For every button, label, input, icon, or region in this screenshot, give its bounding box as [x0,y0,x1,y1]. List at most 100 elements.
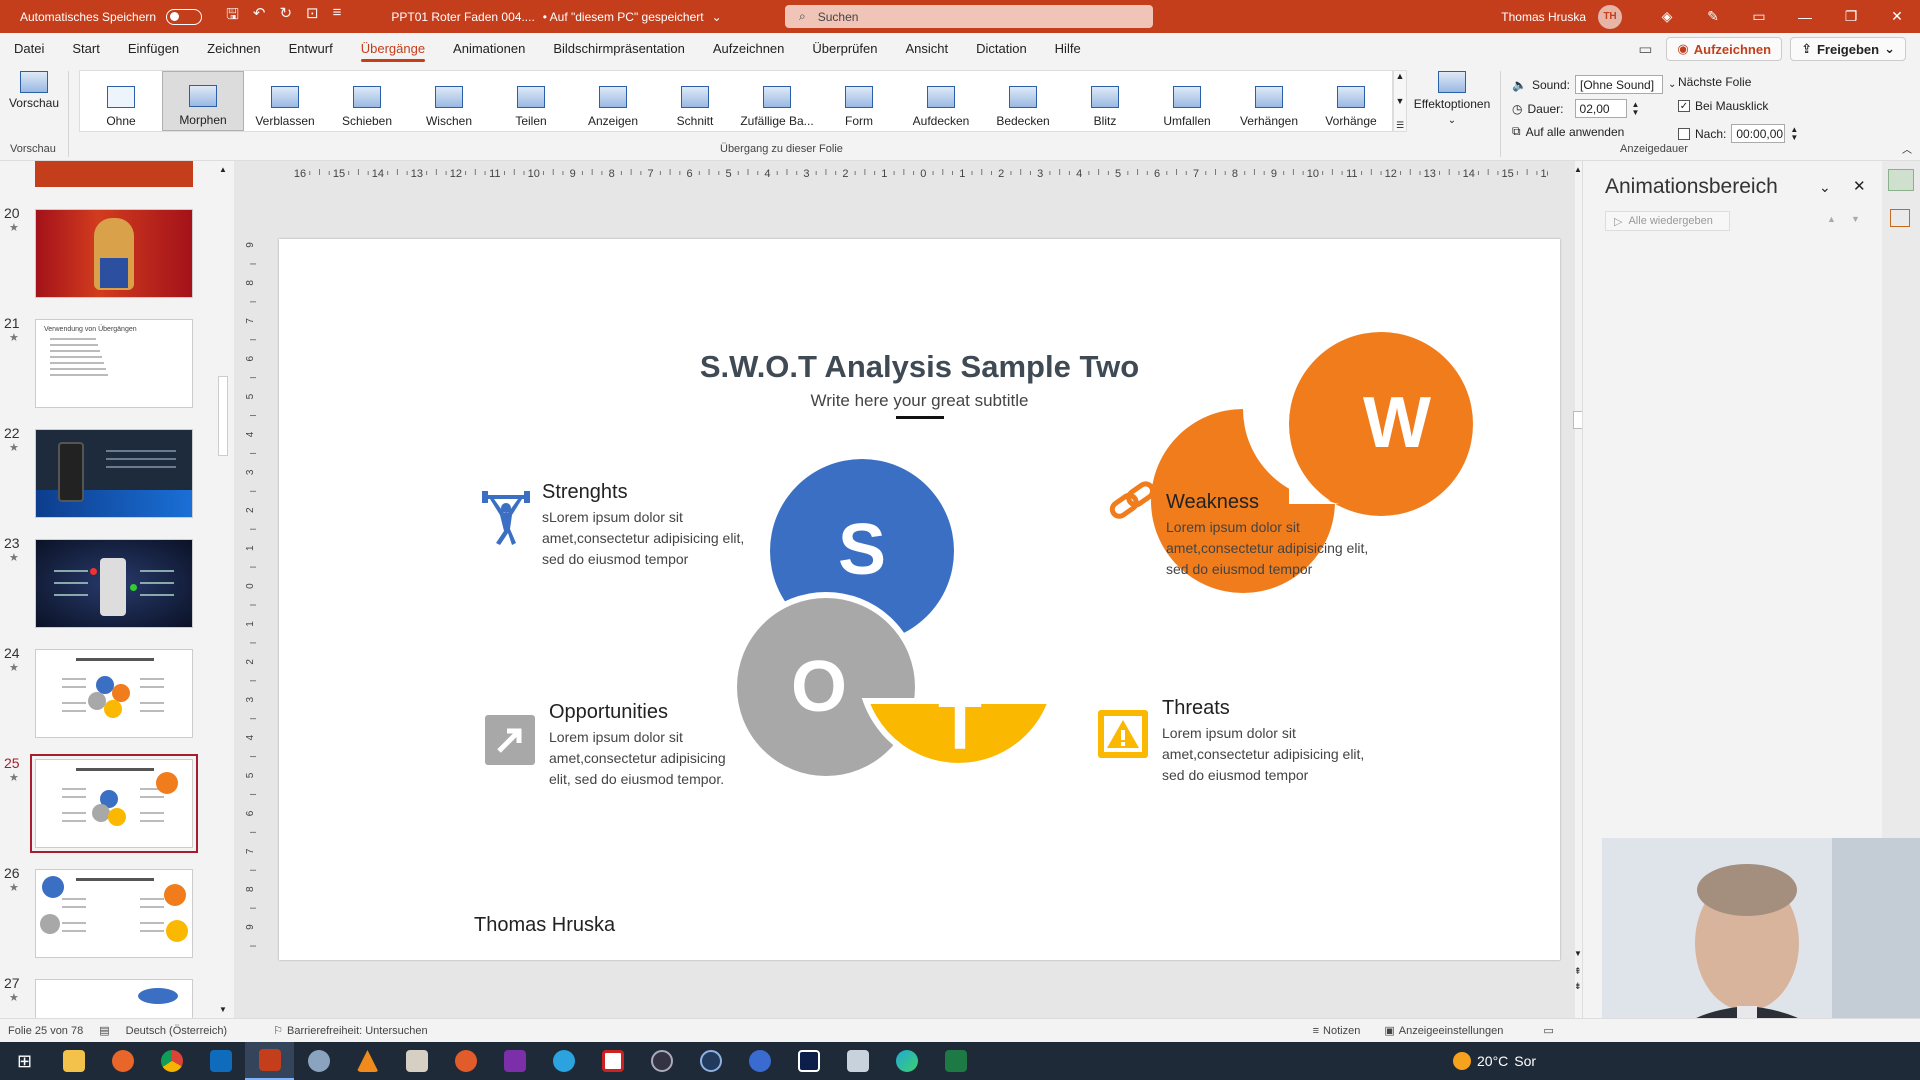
transition-verblassen[interactable]: Verblassen [244,71,326,131]
play-all-button[interactable]: ▷ Alle wiedergeben [1605,211,1730,231]
taskbar-chrome[interactable] [147,1042,196,1080]
menu-dictation[interactable]: Dictation [962,33,1041,65]
weakness-block[interactable]: Weakness Lorem ipsum dolor sit amet,cons… [1166,491,1376,580]
transition-ohne[interactable]: Ohne [80,71,162,131]
taskbar-telegram[interactable] [539,1042,588,1080]
taskbar-vlc[interactable] [343,1042,392,1080]
avatar[interactable]: TH [1598,4,1622,29]
record-button[interactable]: ◉ Aufzeichnen [1666,37,1783,61]
transition-morphen[interactable]: Morphen [162,71,244,131]
menu-ansicht[interactable]: Ansicht [891,33,962,65]
taskbar-onenote[interactable] [490,1042,539,1080]
menu-zeichnen[interactable]: Zeichnen [193,33,274,65]
taskbar-firefox[interactable] [98,1042,147,1080]
start-button[interactable]: ⊞ [0,1042,49,1080]
strengths-block[interactable]: Strenghts sLorem ipsum dolor sit amet,co… [542,481,752,570]
share-button[interactable]: ⇪ Freigeben ⌄ [1790,37,1906,61]
taskbar-app-2[interactable] [392,1042,441,1080]
slide-thumbnail[interactable] [30,754,198,853]
effect-options-button[interactable]: Effektoptionen ⌄ [1412,71,1492,126]
menu-hilfe[interactable]: Hilfe [1041,33,1095,65]
display-settings-button[interactable]: Anzeigeeinstellungen [1399,1025,1504,1037]
slide-thumbnail[interactable] [35,649,193,738]
animation-pane-tab-icon[interactable] [1888,169,1914,191]
slide-thumbnail[interactable] [35,429,193,518]
slide-thumbnail[interactable] [35,869,193,958]
taskbar-app-5[interactable] [637,1042,686,1080]
taskbar-app-9[interactable] [833,1042,882,1080]
chevron-up-icon[interactable]: ▲ [1396,71,1405,81]
redo-icon[interactable]: ↻ [279,4,292,29]
accessibility-status[interactable]: Barrierefreiheit: Untersuchen [287,1025,428,1037]
customize-icon[interactable]: ≡ [333,4,342,29]
menu-aufzeichnen[interactable]: Aufzeichnen [699,33,799,65]
transition-bedecken[interactable]: Bedecken [982,71,1064,131]
pen-icon[interactable]: ✎ [1690,8,1736,25]
expand-icon[interactable]: ☰ [1396,120,1404,131]
transition-schnitt[interactable]: Schnitt [654,71,736,131]
language[interactable]: Deutsch (Österreich) [126,1025,227,1037]
duration-stepper[interactable]: ▲ ▼ [1632,100,1640,117]
menu-animationen[interactable]: Animationen [439,33,539,65]
scroll-up-icon[interactable]: ▲ [1574,165,1582,174]
taskbar-outlook[interactable] [196,1042,245,1080]
prev-slide-icon[interactable]: ⇞ [1574,966,1582,977]
apply-all-button[interactable]: Auf alle anwenden [1526,125,1625,139]
opportunities-block[interactable]: Opportunities Lorem ipsum dolor sit amet… [549,701,744,790]
notes-button[interactable]: Notizen [1323,1025,1360,1037]
transition-vorhänge[interactable]: Vorhänge [1310,71,1392,131]
on-click-checkbox[interactable]: ✓ [1678,100,1690,112]
weather-text[interactable]: Sor [1514,1053,1536,1069]
menu-datei[interactable]: Datei [0,33,58,65]
move-up-icon[interactable]: ▲ [1827,214,1836,224]
taskbar-explorer[interactable] [49,1042,98,1080]
menu-entwurf[interactable]: Entwurf [275,33,347,65]
save-icon[interactable]: 🖫 [226,4,239,29]
collapse-ribbon-icon[interactable]: ︿ [1902,141,1912,156]
autosave-toggle[interactable] [166,8,203,25]
search-box[interactable]: ⌕ Suchen [785,5,1153,28]
transition-aufdecken[interactable]: Aufdecken [900,71,982,131]
transition-verhängen[interactable]: Verhängen [1228,71,1310,131]
slide-thumbnail[interactable] [35,979,193,1018]
scroll-thumb[interactable] [218,376,228,456]
preview-button[interactable]: Vorschau [8,71,60,135]
thumbnail-partial[interactable] [35,161,193,187]
move-down-icon[interactable]: ▼ [1851,214,1860,224]
threats-block[interactable]: Threats Lorem ipsum dolor sit amet,conse… [1162,697,1372,786]
premium-icon[interactable]: ◈ [1644,8,1690,25]
pane-close-icon[interactable]: ✕ [1853,177,1866,195]
transition-form[interactable]: Form [818,71,900,131]
duration-input[interactable]: 02,00 [1574,99,1627,118]
after-checkbox[interactable] [1678,127,1690,140]
slide-author[interactable]: Thomas Hruska [474,914,615,937]
thumbnail-scrollbar[interactable]: ▲ ▼ [216,161,232,1018]
taskbar-powerpoint[interactable] [245,1042,294,1080]
chevron-down-icon[interactable]: ▼ [1396,96,1405,106]
user-name[interactable]: Thomas Hruska [1501,10,1586,24]
transition-blitz[interactable]: Blitz [1064,71,1146,131]
chevron-down-icon[interactable]: ⌄ [712,10,722,24]
comments-icon[interactable]: ▭ [1638,40,1652,58]
gallery-scroll[interactable]: ▲ ▼ ☰ [1393,70,1407,132]
sound-select[interactable]: [Ohne Sound] [1575,75,1663,94]
slide-thumbnail[interactable] [35,539,193,628]
menu-überprüfen[interactable]: Überprüfen [798,33,891,65]
transition-wischen[interactable]: Wischen [408,71,490,131]
save-status[interactable]: • Auf "diesem PC" gespeichert [543,10,704,24]
transition-umfallen[interactable]: Umfallen [1146,71,1228,131]
slide-thumbnail[interactable]: Verwendung von Übergängen [35,319,193,408]
selection-pane-icon[interactable] [1890,209,1910,227]
transition-teilen[interactable]: Teilen [490,71,572,131]
after-input[interactable]: 00:00,00 [1731,124,1786,143]
taskbar-app-4[interactable] [588,1042,637,1080]
ribbon-display-icon[interactable]: ▭ [1736,8,1782,25]
after-stepper[interactable]: ▲ ▼ [1790,125,1798,142]
taskbar-app-6[interactable] [686,1042,735,1080]
taskbar-app-8[interactable] [784,1042,833,1080]
slide-canvas[interactable]: S.W.O.T Analysis Sample Two Write here y… [279,239,1560,960]
scroll-down-icon[interactable]: ▼ [219,1005,227,1014]
weather-temp[interactable]: 20°C [1477,1053,1508,1069]
present-icon[interactable]: ⊡ [306,4,319,29]
minimize-button[interactable]: — [1782,9,1828,25]
